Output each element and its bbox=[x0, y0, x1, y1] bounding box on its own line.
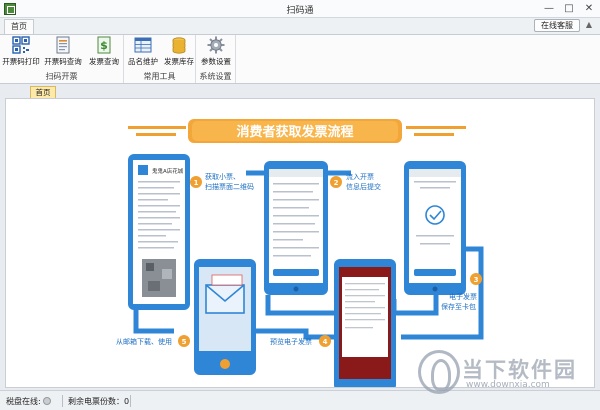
flow-diagram-panel: 消费者获取发票流程 鬼鬼A店花城 1 获取小票、 扫描票面二维码 2 流入开票 … bbox=[5, 98, 595, 388]
qr-code-icon bbox=[12, 36, 30, 54]
disk-online-status: 税盘在线: bbox=[6, 396, 51, 407]
invoice-dollar-icon: $ bbox=[97, 36, 111, 54]
step-2-number: 2 bbox=[334, 179, 339, 187]
invoice-preview-phone bbox=[334, 259, 396, 387]
query-code-label: 开票码查询 bbox=[44, 57, 82, 66]
step-4-number: 4 bbox=[323, 338, 328, 346]
step-5-number: 5 bbox=[182, 338, 187, 346]
remaining-invoices-value: 0 bbox=[124, 397, 130, 406]
invoice-stock-label: 发票库存 bbox=[164, 57, 194, 66]
watermark-url: www.downxia.com bbox=[466, 380, 550, 390]
step-4: 4 预览电子发票 bbox=[270, 335, 331, 347]
document-area: 首页 消费者获取发票流程 鬼鬼A店花城 1 获取小票、 扫描票面二维码 2 流入… bbox=[0, 84, 600, 390]
group-system-settings-label: 系统设置 bbox=[199, 72, 232, 81]
product-name-button[interactable]: 品名维护 bbox=[126, 36, 160, 70]
collapse-ribbon-icon[interactable]: ▲ bbox=[584, 20, 594, 31]
document-list-icon bbox=[56, 36, 70, 54]
receipt-phone: 鬼鬼A店花城 bbox=[128, 154, 190, 310]
flow-title-banner: 消费者获取发票流程 bbox=[128, 119, 466, 143]
step-2-text-line2: 信息后提交 bbox=[346, 182, 381, 191]
step-5-text: 从邮箱下载、使用 bbox=[116, 337, 172, 346]
group-system-settings: 参数设置 系统设置 bbox=[196, 35, 236, 83]
invoice-form-phone bbox=[264, 161, 328, 295]
settings-label: 参数设置 bbox=[201, 57, 231, 66]
group-scan-invoice: 开票码打印 开票码查询 $ 发票查询 扫码开票 bbox=[0, 35, 124, 83]
step-1-text-line2: 扫描票面二维码 bbox=[205, 182, 254, 191]
step-3-text-line1: 电子发票 bbox=[449, 292, 477, 301]
step-1-text-line1: 获取小票、 bbox=[205, 172, 240, 181]
close-icon[interactable]: ✕ bbox=[580, 1, 598, 16]
step-3-text-line2: 保存至卡包 bbox=[441, 302, 476, 311]
step-5: 5 从邮箱下载、使用 bbox=[116, 335, 190, 347]
coin-stack-icon bbox=[172, 37, 186, 54]
invoice-query-label: 发票查询 bbox=[89, 57, 119, 66]
window-title: 扫码通 bbox=[286, 6, 314, 16]
step-1: 1 获取小票、 扫描票面二维码 bbox=[190, 172, 254, 191]
step-4-text: 预览电子发票 bbox=[270, 337, 312, 346]
group-scan-invoice-label: 扫码开票 bbox=[45, 72, 78, 81]
invoice-flow-diagram: 消费者获取发票流程 鬼鬼A店花城 1 获取小票、 扫描票面二维码 2 流入开票 … bbox=[116, 119, 484, 387]
settings-button[interactable]: 参数设置 bbox=[198, 36, 234, 70]
product-name-label: 品名维护 bbox=[128, 57, 158, 66]
step-1-number: 1 bbox=[194, 179, 199, 187]
table-grid-icon bbox=[134, 37, 152, 53]
ribbon: 开票码打印 开票码查询 $ 发票查询 扫码开票 品名维护 发票库存 常用工具 参… bbox=[0, 34, 600, 84]
status-separator bbox=[62, 395, 63, 407]
print-code-button[interactable]: 开票码打印 bbox=[2, 36, 40, 70]
status-separator bbox=[130, 395, 131, 407]
svg-text:$: $ bbox=[100, 39, 108, 52]
invoice-stock-button[interactable]: 发票库存 bbox=[162, 36, 196, 70]
print-code-label: 开票码打印 bbox=[2, 57, 40, 66]
invoice-query-button[interactable]: $ 发票查询 bbox=[86, 36, 122, 70]
watermark-logo-icon bbox=[418, 350, 460, 394]
remaining-invoices-status: 剩余电票份数：0 bbox=[68, 396, 129, 407]
receipt-store-name: 鬼鬼A店花城 bbox=[152, 167, 184, 175]
disk-online-label: 税盘在线: bbox=[6, 397, 41, 406]
success-phone bbox=[404, 161, 466, 295]
gear-icon bbox=[207, 36, 225, 54]
disk-status-indicator-icon bbox=[42, 397, 51, 405]
group-common-tools: 品名维护 发票库存 常用工具 bbox=[124, 35, 196, 83]
title-bar: 扫码通 — □ ✕ bbox=[0, 0, 600, 18]
tab-home[interactable]: 首页 bbox=[4, 19, 34, 34]
maximize-icon[interactable]: □ bbox=[560, 1, 578, 16]
ribbon-tab-strip: 首页 在线客服 ▲ bbox=[0, 18, 600, 34]
minimize-icon[interactable]: — bbox=[540, 1, 558, 16]
step-3-number: 3 bbox=[474, 276, 479, 284]
status-bar: 税盘在线: 剩余电票份数：0 bbox=[0, 390, 600, 410]
doc-tab-home[interactable]: 首页 bbox=[30, 86, 56, 98]
group-common-tools-label: 常用工具 bbox=[143, 72, 176, 81]
online-service-button[interactable]: 在线客服 bbox=[534, 19, 580, 32]
query-code-button[interactable]: 开票码查询 bbox=[44, 36, 82, 70]
remaining-invoices-label: 剩余电票份数： bbox=[68, 397, 124, 406]
step-2-text-line1: 流入开票 bbox=[346, 172, 374, 181]
mail-phone bbox=[194, 259, 256, 375]
flow-title: 消费者获取发票流程 bbox=[236, 124, 353, 140]
